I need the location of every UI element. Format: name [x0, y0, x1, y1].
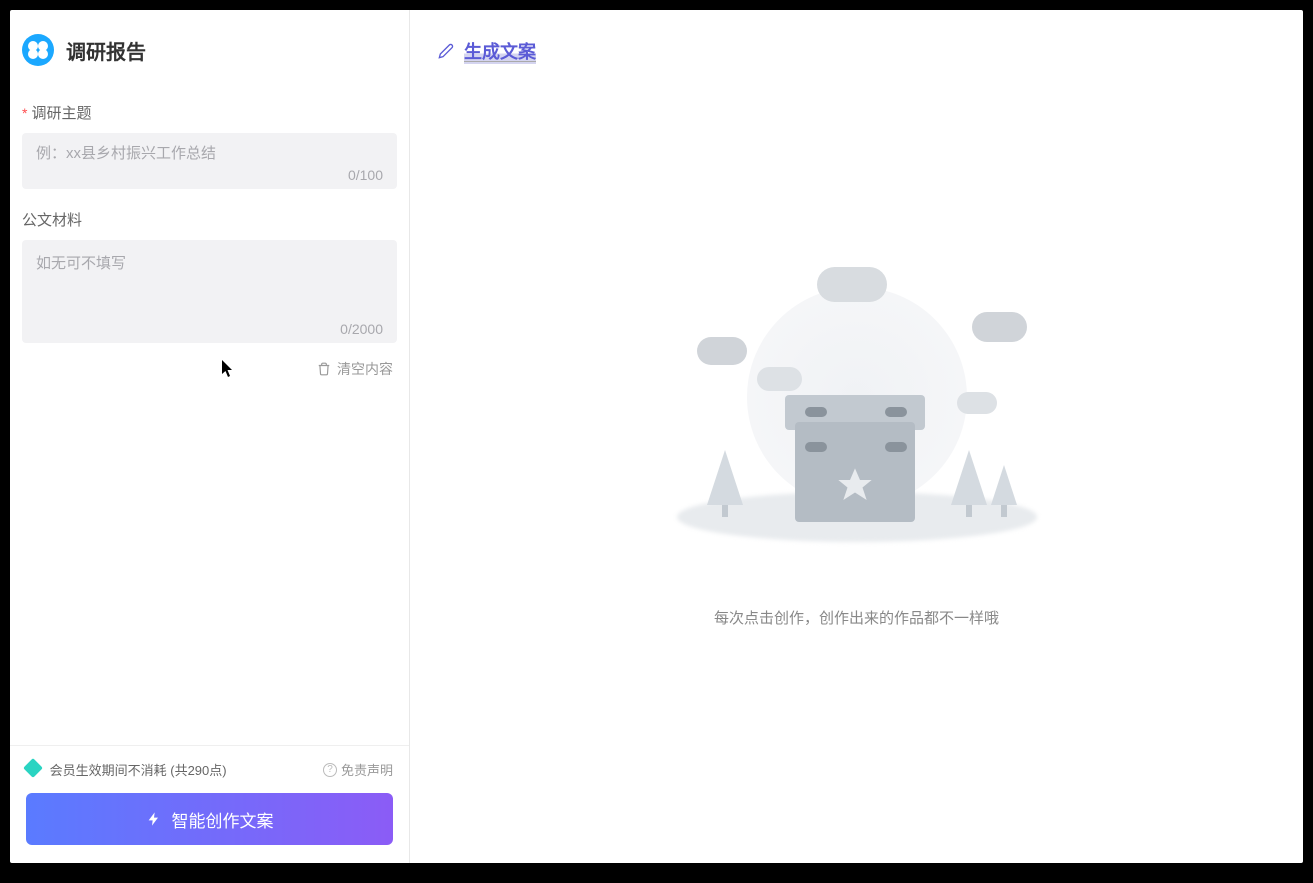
- create-button[interactable]: 智能创作文案: [26, 793, 393, 845]
- edit-icon: [438, 43, 454, 59]
- trash-icon: [317, 362, 331, 376]
- right-panel: 生成文案: [410, 10, 1303, 863]
- material-field: 公文材料 0/2000: [22, 209, 397, 343]
- lightning-icon: [146, 810, 162, 828]
- footer: 会员生效期间不消耗 (共290点) ? 免责声明 智能创作文案: [10, 745, 409, 863]
- clear-button[interactable]: 清空内容: [317, 359, 393, 379]
- header: 调研报告: [10, 10, 409, 82]
- topic-label: * 调研主题: [22, 102, 397, 123]
- empty-state-text: 每次点击创作，创作出来的作品都不一样哦: [714, 607, 999, 628]
- left-panel: 调研报告 * 调研主题 0/100 公文材料 0/2000: [10, 10, 410, 863]
- topic-field: * 调研主题 0/100: [22, 102, 397, 189]
- empty-illustration-icon: [667, 247, 1047, 567]
- form-section: * 调研主题 0/100 公文材料 0/2000: [10, 82, 409, 745]
- cursor-icon: [222, 360, 234, 378]
- clear-button-wrapper: 清空内容: [22, 359, 397, 381]
- info-icon: ?: [323, 763, 337, 777]
- topic-char-count: 0/100: [36, 167, 383, 183]
- right-header: 生成文案: [410, 10, 1303, 72]
- material-label: 公文材料: [22, 209, 397, 230]
- required-star-icon: *: [22, 105, 27, 121]
- topic-input-wrapper: 0/100: [22, 133, 397, 189]
- page-title: 调研报告: [66, 36, 146, 65]
- empty-state: 每次点击创作，创作出来的作品都不一样哦: [410, 72, 1303, 863]
- material-input-wrapper: 0/2000: [22, 240, 397, 343]
- material-char-count: 0/2000: [36, 321, 383, 337]
- app-container: 调研报告 * 调研主题 0/100 公文材料 0/2000: [10, 10, 1303, 863]
- diamond-badge-icon: [23, 758, 43, 778]
- topic-input[interactable]: [36, 145, 383, 162]
- generate-title: 生成文案: [464, 38, 536, 64]
- footer-info-row: 会员生效期间不消耗 (共290点) ? 免责声明: [26, 760, 393, 779]
- app-logo-icon: [22, 34, 54, 66]
- material-input[interactable]: [36, 252, 383, 312]
- membership-info: 会员生效期间不消耗 (共290点): [26, 760, 227, 779]
- disclaimer-link[interactable]: ? 免责声明: [323, 760, 393, 779]
